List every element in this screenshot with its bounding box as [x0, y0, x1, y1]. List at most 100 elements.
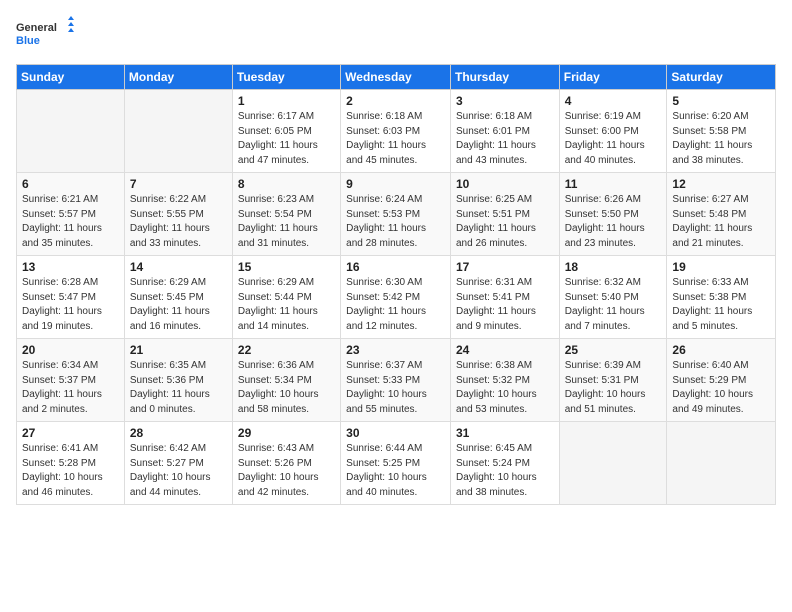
calendar-cell: 30 Sunrise: 6:44 AMSunset: 5:25 PMDaylig… — [341, 422, 451, 505]
calendar-cell: 4 Sunrise: 6:19 AMSunset: 6:00 PMDayligh… — [559, 90, 667, 173]
day-number: 24 — [456, 343, 554, 357]
day-number: 8 — [238, 177, 335, 191]
day-number: 22 — [238, 343, 335, 357]
day-info: Sunrise: 6:40 AMSunset: 5:29 PMDaylight:… — [672, 359, 770, 417]
weekday-header: Wednesday — [341, 65, 451, 90]
day-info: Sunrise: 6:31 AMSunset: 5:41 PMDaylight:… — [456, 276, 554, 334]
day-number: 19 — [672, 260, 770, 274]
day-info: Sunrise: 6:24 AMSunset: 5:53 PMDaylight:… — [346, 193, 445, 251]
day-info: Sunrise: 6:25 AMSunset: 5:51 PMDaylight:… — [456, 193, 554, 251]
calendar-week-row: 6 Sunrise: 6:21 AMSunset: 5:57 PMDayligh… — [17, 173, 776, 256]
calendar-cell: 16 Sunrise: 6:30 AMSunset: 5:42 PMDaylig… — [341, 256, 451, 339]
calendar-week-row: 20 Sunrise: 6:34 AMSunset: 5:37 PMDaylig… — [17, 339, 776, 422]
day-number: 3 — [456, 94, 554, 108]
calendar-cell: 28 Sunrise: 6:42 AMSunset: 5:27 PMDaylig… — [124, 422, 232, 505]
day-number: 1 — [238, 94, 335, 108]
calendar-cell: 21 Sunrise: 6:35 AMSunset: 5:36 PMDaylig… — [124, 339, 232, 422]
day-info: Sunrise: 6:27 AMSunset: 5:48 PMDaylight:… — [672, 193, 770, 251]
day-info: Sunrise: 6:38 AMSunset: 5:32 PMDaylight:… — [456, 359, 554, 417]
day-info: Sunrise: 6:42 AMSunset: 5:27 PMDaylight:… — [130, 442, 227, 500]
calendar-table: SundayMondayTuesdayWednesdayThursdayFrid… — [16, 64, 776, 505]
svg-text:Blue: Blue — [16, 35, 40, 47]
calendar-cell: 10 Sunrise: 6:25 AMSunset: 5:51 PMDaylig… — [450, 173, 559, 256]
day-number: 17 — [456, 260, 554, 274]
day-info: Sunrise: 6:21 AMSunset: 5:57 PMDaylight:… — [22, 193, 119, 251]
calendar-cell: 23 Sunrise: 6:37 AMSunset: 5:33 PMDaylig… — [341, 339, 451, 422]
day-number: 31 — [456, 426, 554, 440]
calendar-cell: 8 Sunrise: 6:23 AMSunset: 5:54 PMDayligh… — [232, 173, 340, 256]
day-number: 4 — [565, 94, 662, 108]
page-container: General Blue SundayMondayTuesdayWednesda… — [0, 0, 792, 612]
calendar-cell: 17 Sunrise: 6:31 AMSunset: 5:41 PMDaylig… — [450, 256, 559, 339]
calendar-week-row: 27 Sunrise: 6:41 AMSunset: 5:28 PMDaylig… — [17, 422, 776, 505]
header: General Blue — [16, 16, 776, 56]
day-info: Sunrise: 6:28 AMSunset: 5:47 PMDaylight:… — [22, 276, 119, 334]
weekday-header: Saturday — [667, 65, 776, 90]
calendar-cell: 15 Sunrise: 6:29 AMSunset: 5:44 PMDaylig… — [232, 256, 340, 339]
day-info: Sunrise: 6:17 AMSunset: 6:05 PMDaylight:… — [238, 110, 335, 168]
day-info: Sunrise: 6:37 AMSunset: 5:33 PMDaylight:… — [346, 359, 445, 417]
calendar-cell: 11 Sunrise: 6:26 AMSunset: 5:50 PMDaylig… — [559, 173, 667, 256]
day-info: Sunrise: 6:19 AMSunset: 6:00 PMDaylight:… — [565, 110, 662, 168]
day-info: Sunrise: 6:29 AMSunset: 5:44 PMDaylight:… — [238, 276, 335, 334]
calendar-cell: 1 Sunrise: 6:17 AMSunset: 6:05 PMDayligh… — [232, 90, 340, 173]
day-number: 2 — [346, 94, 445, 108]
day-number: 30 — [346, 426, 445, 440]
calendar-cell: 27 Sunrise: 6:41 AMSunset: 5:28 PMDaylig… — [17, 422, 125, 505]
calendar-week-row: 13 Sunrise: 6:28 AMSunset: 5:47 PMDaylig… — [17, 256, 776, 339]
day-info: Sunrise: 6:36 AMSunset: 5:34 PMDaylight:… — [238, 359, 335, 417]
calendar-cell: 20 Sunrise: 6:34 AMSunset: 5:37 PMDaylig… — [17, 339, 125, 422]
calendar-cell: 12 Sunrise: 6:27 AMSunset: 5:48 PMDaylig… — [667, 173, 776, 256]
calendar-cell: 6 Sunrise: 6:21 AMSunset: 5:57 PMDayligh… — [17, 173, 125, 256]
day-number: 11 — [565, 177, 662, 191]
day-info: Sunrise: 6:23 AMSunset: 5:54 PMDaylight:… — [238, 193, 335, 251]
calendar-cell — [559, 422, 667, 505]
day-info: Sunrise: 6:20 AMSunset: 5:58 PMDaylight:… — [672, 110, 770, 168]
day-number: 29 — [238, 426, 335, 440]
calendar-cell: 31 Sunrise: 6:45 AMSunset: 5:24 PMDaylig… — [450, 422, 559, 505]
day-info: Sunrise: 6:34 AMSunset: 5:37 PMDaylight:… — [22, 359, 119, 417]
day-info: Sunrise: 6:29 AMSunset: 5:45 PMDaylight:… — [130, 276, 227, 334]
day-number: 26 — [672, 343, 770, 357]
day-info: Sunrise: 6:39 AMSunset: 5:31 PMDaylight:… — [565, 359, 662, 417]
calendar-cell: 5 Sunrise: 6:20 AMSunset: 5:58 PMDayligh… — [667, 90, 776, 173]
day-number: 21 — [130, 343, 227, 357]
day-number: 12 — [672, 177, 770, 191]
day-number: 10 — [456, 177, 554, 191]
day-number: 14 — [130, 260, 227, 274]
calendar-cell: 7 Sunrise: 6:22 AMSunset: 5:55 PMDayligh… — [124, 173, 232, 256]
weekday-header: Monday — [124, 65, 232, 90]
day-number: 5 — [672, 94, 770, 108]
calendar-cell: 2 Sunrise: 6:18 AMSunset: 6:03 PMDayligh… — [341, 90, 451, 173]
day-number: 25 — [565, 343, 662, 357]
day-number: 18 — [565, 260, 662, 274]
calendar-cell: 18 Sunrise: 6:32 AMSunset: 5:40 PMDaylig… — [559, 256, 667, 339]
day-info: Sunrise: 6:18 AMSunset: 6:03 PMDaylight:… — [346, 110, 445, 168]
calendar-cell: 19 Sunrise: 6:33 AMSunset: 5:38 PMDaylig… — [667, 256, 776, 339]
calendar-cell: 13 Sunrise: 6:28 AMSunset: 5:47 PMDaylig… — [17, 256, 125, 339]
day-number: 6 — [22, 177, 119, 191]
day-number: 15 — [238, 260, 335, 274]
day-number: 28 — [130, 426, 227, 440]
weekday-header: Sunday — [17, 65, 125, 90]
day-info: Sunrise: 6:44 AMSunset: 5:25 PMDaylight:… — [346, 442, 445, 500]
calendar-cell: 25 Sunrise: 6:39 AMSunset: 5:31 PMDaylig… — [559, 339, 667, 422]
day-number: 27 — [22, 426, 119, 440]
weekday-header: Friday — [559, 65, 667, 90]
calendar-cell — [17, 90, 125, 173]
calendar-cell: 9 Sunrise: 6:24 AMSunset: 5:53 PMDayligh… — [341, 173, 451, 256]
calendar-cell: 22 Sunrise: 6:36 AMSunset: 5:34 PMDaylig… — [232, 339, 340, 422]
day-number: 7 — [130, 177, 227, 191]
day-info: Sunrise: 6:30 AMSunset: 5:42 PMDaylight:… — [346, 276, 445, 334]
calendar-cell: 26 Sunrise: 6:40 AMSunset: 5:29 PMDaylig… — [667, 339, 776, 422]
day-info: Sunrise: 6:26 AMSunset: 5:50 PMDaylight:… — [565, 193, 662, 251]
logo: General Blue — [16, 16, 76, 56]
calendar-cell — [124, 90, 232, 173]
day-info: Sunrise: 6:32 AMSunset: 5:40 PMDaylight:… — [565, 276, 662, 334]
weekday-header: Thursday — [450, 65, 559, 90]
day-info: Sunrise: 6:43 AMSunset: 5:26 PMDaylight:… — [238, 442, 335, 500]
calendar-cell: 29 Sunrise: 6:43 AMSunset: 5:26 PMDaylig… — [232, 422, 340, 505]
weekday-header-row: SundayMondayTuesdayWednesdayThursdayFrid… — [17, 65, 776, 90]
day-number: 23 — [346, 343, 445, 357]
calendar-cell: 14 Sunrise: 6:29 AMSunset: 5:45 PMDaylig… — [124, 256, 232, 339]
